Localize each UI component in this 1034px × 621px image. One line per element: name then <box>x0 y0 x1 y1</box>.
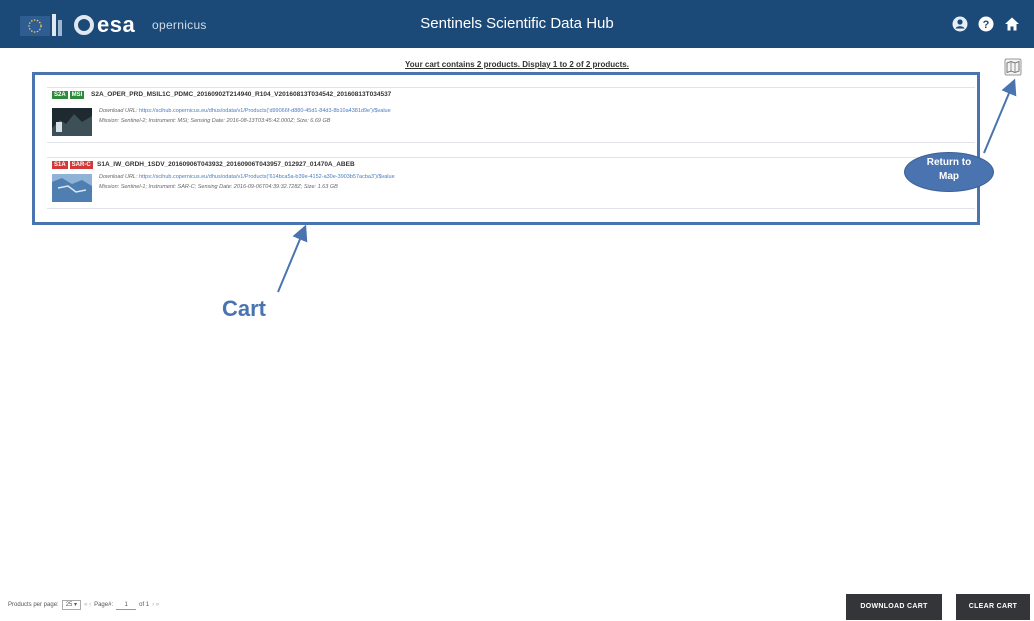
footer-bar: Products per page: 25 ▾ « ‹ Page#: 1 of … <box>0 590 1034 620</box>
cart-product-item[interactable]: S2A MSI S2A_OPER_PRD_MSIL1C_PDMC_2016090… <box>47 87 975 143</box>
mission-badge: S2A <box>52 91 68 99</box>
product-thumbnail[interactable] <box>52 108 92 136</box>
mission-badge: S1A <box>52 161 68 169</box>
download-cart-button[interactable]: DOWNLOAD CART <box>846 594 942 620</box>
esa-logo: esa <box>74 12 144 38</box>
page-number-input[interactable]: 1 <box>116 600 137 610</box>
top-navbar: esa opernicus Sentinels Scientific Data … <box>0 0 1034 48</box>
product-name[interactable]: S2A_OPER_PRD_MSIL1C_PDMC_20160902T214940… <box>91 91 391 98</box>
next-page-arrows[interactable]: › » <box>152 602 159 608</box>
prev-page-arrows[interactable]: « ‹ <box>84 602 91 608</box>
copernicus-logo-text: opernicus <box>152 18 207 32</box>
download-url-line: Download URL: https://scihub.copernicus.… <box>99 174 395 180</box>
download-url-line: Download URL: https://scihub.copernicus.… <box>99 108 391 114</box>
map-icon[interactable] <box>1004 58 1022 76</box>
cart-summary-text: Your cart contains 2 products. Display 1… <box>405 60 629 69</box>
product-thumbnail[interactable] <box>52 174 92 202</box>
product-badges: S2A MSI <box>52 91 85 99</box>
cart-product-item[interactable]: S1A SAR-C S1A_IW_GRDH_1SDV_20160906T0439… <box>47 157 975 209</box>
clear-cart-button[interactable]: CLEAR CART <box>956 594 1030 620</box>
product-badges: S1A SAR-C <box>52 161 93 169</box>
download-url-link[interactable]: https://scihub.copernicus.eu/dhus/odata/… <box>139 174 395 180</box>
download-url-label: Download URL: <box>99 174 138 180</box>
per-page-select[interactable]: 25 ▾ <box>61 600 82 610</box>
product-name[interactable]: S1A_IW_GRDH_1SDV_20160906T043932_2016090… <box>97 161 355 168</box>
pagination: Products per page: 25 ▾ « ‹ Page#: 1 of … <box>8 600 159 610</box>
eu-flag-logo-icon <box>20 14 62 36</box>
download-url-label: Download URL: <box>99 108 138 114</box>
cart-annotation-label: Cart <box>222 296 267 321</box>
top-icons: ? <box>950 13 1022 35</box>
home-icon[interactable] <box>1002 14 1022 34</box>
help-icon[interactable]: ? <box>976 14 996 34</box>
download-url-link[interactable]: https://scihub.copernicus.eu/dhus/odata/… <box>139 108 391 114</box>
svg-text:?: ? <box>983 19 990 31</box>
product-details: Mission: Sentinel-1; Instrument: SAR-C; … <box>99 184 338 190</box>
page-label: Page#: <box>94 602 114 608</box>
esa-logo-text: esa <box>97 12 136 37</box>
return-to-map-callout-text: Return to Map <box>926 157 972 182</box>
esa-ring-icon <box>74 15 94 35</box>
instrument-badge: SAR-C <box>69 161 93 169</box>
cart-highlight-box: S2A MSI S2A_OPER_PRD_MSIL1C_PDMC_2016090… <box>32 72 980 225</box>
per-page-label: Products per page: <box>8 602 59 608</box>
product-details: Mission: Sentinel-2; Instrument: MSI; Se… <box>99 118 331 124</box>
instrument-badge: MSI <box>69 91 85 99</box>
user-icon[interactable] <box>950 14 970 34</box>
page-total: of 1 <box>139 602 150 608</box>
